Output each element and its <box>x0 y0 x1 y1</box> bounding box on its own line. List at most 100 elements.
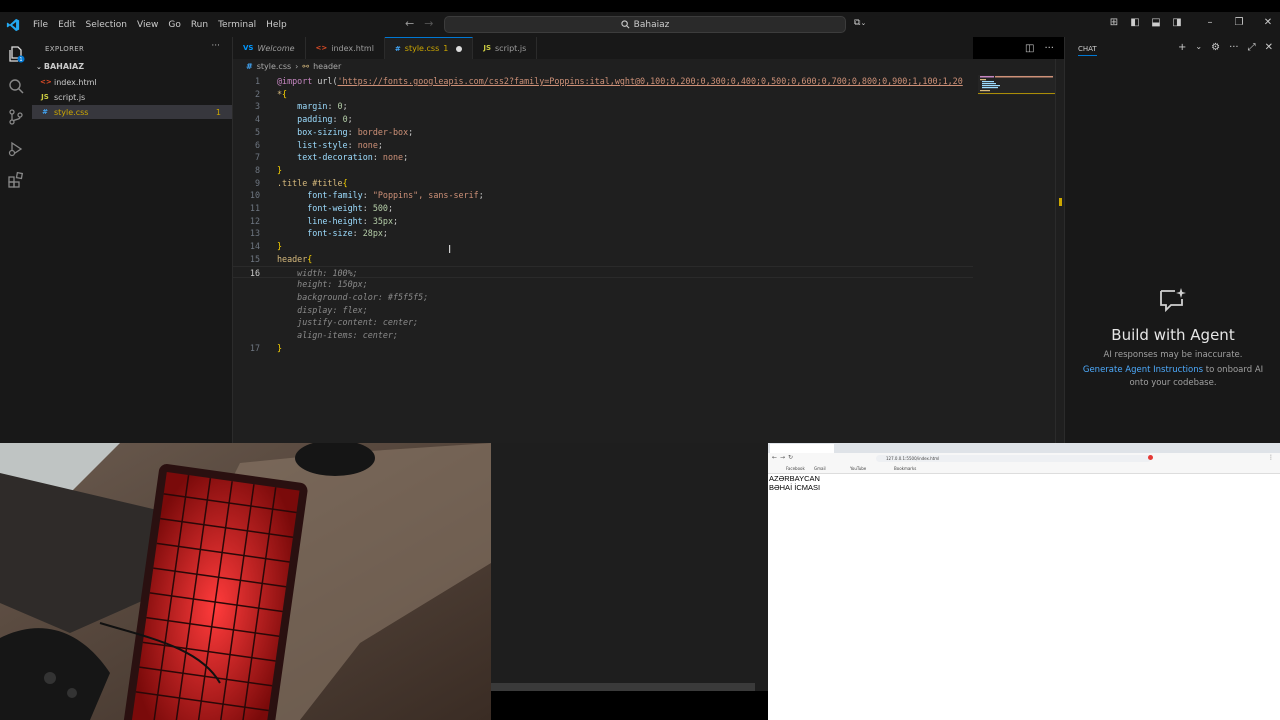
source-control-icon[interactable] <box>7 108 25 126</box>
menu-view[interactable]: View <box>132 20 163 30</box>
line-number: 3 <box>254 101 260 112</box>
more-actions-icon[interactable]: ··· <box>211 41 220 51</box>
vscode-logo-icon <box>6 18 20 31</box>
editor-tabs: VS Welcome <> index.html # style.css 1 JS script… <box>233 37 973 60</box>
copilot-menu-button[interactable]: ⧉⌄ <box>854 18 866 28</box>
code-line: align-items: center; <box>233 329 973 342</box>
breadcrumb-file[interactable]: style.css <box>257 62 291 71</box>
browser-forward-icon[interactable]: → <box>780 454 785 461</box>
menu-go[interactable]: Go <box>163 20 185 30</box>
line-content: header{ <box>277 253 312 266</box>
browser-tab[interactable] <box>836 444 900 453</box>
bookmark-item[interactable]: Facebook <box>786 466 805 471</box>
horizontal-scrollbar[interactable] <box>491 683 755 691</box>
editor-tab[interactable]: VS Welcome <box>233 37 306 59</box>
toggle-secondary-sidebar-icon[interactable]: ◨ <box>1171 16 1183 28</box>
code-token: : <box>362 203 373 213</box>
browser-tab-active[interactable] <box>770 444 834 453</box>
browser-reload-icon[interactable]: ↻ <box>788 454 793 461</box>
line-number: 9 <box>254 177 260 188</box>
code-editor[interactable]: # style.css › ⚯ header 1 @import url('htt… <box>233 59 1064 443</box>
menu-edit[interactable]: Edit <box>53 20 80 30</box>
editor-tab[interactable]: <> index.html <box>306 37 385 59</box>
explorer-icon[interactable]: 1 <box>7 45 25 63</box>
chevron-down-icon[interactable]: ⌄ <box>1195 42 1202 53</box>
file-type-icon: <> <box>40 78 52 86</box>
code-token: { <box>307 253 313 264</box>
command-center-search[interactable]: Bahaiaz <box>444 16 846 33</box>
menu-selection[interactable]: Selection <box>81 20 132 30</box>
editor-tab[interactable]: JS script.js <box>473 37 538 59</box>
browser-back-icon[interactable]: ← <box>772 454 777 461</box>
code-token: : <box>347 126 358 137</box>
split-editor-icon[interactable]: ◫ <box>1025 43 1034 54</box>
title-bar: File Edit Selection View Go Run Terminal… <box>0 12 1280 37</box>
tab-label: index.html <box>331 43 374 53</box>
restore-icon[interactable]: ❐ <box>1233 16 1245 28</box>
close-window-icon[interactable]: ✕ <box>1262 16 1274 28</box>
more-actions-icon[interactable]: ··· <box>1229 42 1239 53</box>
explorer-file[interactable]: JS script.js <box>32 90 232 104</box>
new-chat-icon[interactable]: + <box>1178 42 1186 53</box>
bookmark-item[interactable]: Bookmarks <box>894 466 916 471</box>
workspace-folder[interactable]: ⌄ BAHAIAZ <box>36 62 84 71</box>
tab-label: style.css <box>404 44 440 53</box>
code-token: margin <box>297 101 328 112</box>
chat-title[interactable]: CHAT <box>1078 45 1097 56</box>
search-sidebar-icon[interactable] <box>7 77 25 95</box>
explorer-file[interactable]: <> index.html <box>32 75 232 89</box>
minimize-icon[interactable]: – <box>1204 16 1216 28</box>
minimap[interactable] <box>978 75 1056 95</box>
back-arrow-icon[interactable]: ← <box>405 17 414 30</box>
menu-file[interactable]: File <box>28 20 53 30</box>
browser-address-bar[interactable]: 127.0.0.1:5500/index.html <box>876 455 1151 462</box>
code-token: font-size <box>307 228 353 239</box>
settings-gear-icon[interactable]: ⚙ <box>1211 42 1220 53</box>
forward-arrow-icon[interactable]: → <box>424 17 433 30</box>
editor-tab[interactable]: # style.css 1 <box>384 37 474 59</box>
code-token: justify-content: center; <box>297 317 419 328</box>
line-content: text-decoration: none; <box>277 151 408 164</box>
code-token: none <box>382 152 404 163</box>
bookmark-item[interactable]: YouTube <box>850 466 866 471</box>
browser-extension-icon[interactable] <box>1148 455 1153 460</box>
code-token: "Poppins", sans-serif <box>372 190 479 201</box>
maximize-icon[interactable]: ⤢ <box>1248 42 1256 53</box>
menu-run[interactable]: Run <box>186 20 213 30</box>
search-icon <box>621 20 630 29</box>
vertical-scrollbar[interactable] <box>1055 59 1064 443</box>
code-token: 28px <box>362 228 383 239</box>
toggle-panel-icon[interactable]: ⬓ <box>1150 16 1162 28</box>
explorer-sidebar: EXPLORER ··· ⌄ BAHAIAZ <> index.html JS scri… <box>32 37 233 443</box>
code-token: 'https://fonts.googleapis.com/css2?famil… <box>337 76 963 86</box>
customize-layout-icon[interactable]: ⊞ <box>1108 16 1120 28</box>
editor-background-area <box>491 443 768 720</box>
breadcrumb-symbol[interactable]: header <box>313 62 341 71</box>
bookmark-item[interactable]: Gmail <box>814 466 826 471</box>
page-heading-line-2: BƏHAİ İCMASI <box>769 483 821 492</box>
more-actions-icon[interactable]: ··· <box>1044 43 1054 54</box>
browser-bookmarks-bar: Facebook Gmail YouTube Bookmarks <box>768 464 1280 474</box>
toggle-sidebar-icon[interactable]: ◧ <box>1129 16 1141 28</box>
code-token: 35px <box>372 215 393 226</box>
code-line: display: flex; <box>233 304 973 317</box>
explorer-file[interactable]: # style.css 1 <box>32 105 232 119</box>
menu-terminal[interactable]: Terminal <box>213 20 261 30</box>
close-icon[interactable]: ✕ <box>1265 42 1273 53</box>
code-token: width: 100%; <box>297 267 358 278</box>
generate-instructions-link[interactable]: Generate Agent Instructions <box>1083 365 1203 375</box>
line-content: font-family: "Poppins", sans-serif; <box>277 189 484 202</box>
run-debug-icon[interactable] <box>7 140 25 158</box>
menu-help[interactable]: Help <box>261 20 292 30</box>
webcam-keyboard-image <box>0 443 491 720</box>
code-token: 500 <box>372 203 388 213</box>
browser-menu-icon[interactable]: ⋮ <box>1268 454 1274 461</box>
unsaved-dot-icon[interactable] <box>456 45 463 52</box>
extensions-icon[interactable] <box>7 171 25 189</box>
problem-count-badge: 1 <box>215 107 221 117</box>
browser-tabs <box>768 443 1280 453</box>
line-number: 17 <box>249 342 260 353</box>
